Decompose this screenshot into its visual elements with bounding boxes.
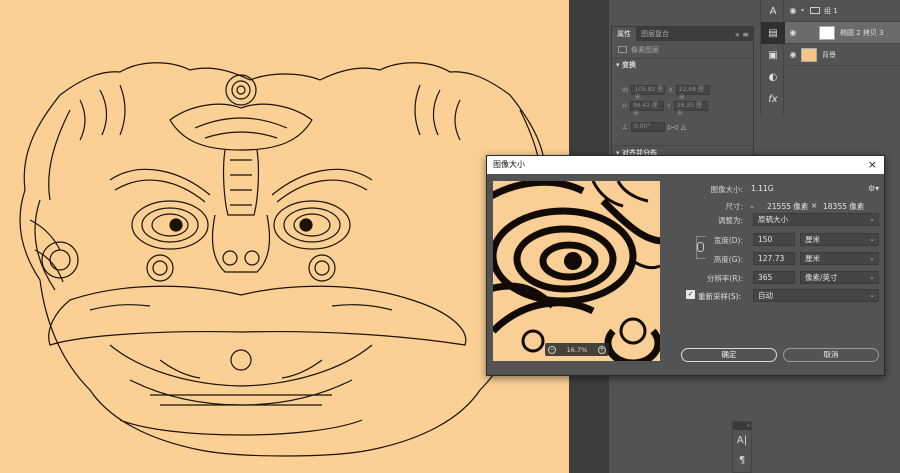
- close-icon[interactable]: ×: [868, 156, 877, 174]
- character-icon[interactable]: A: [761, 0, 785, 22]
- document-canvas[interactable]: [0, 0, 569, 473]
- gear-icon[interactable]: ⚙▾: [868, 184, 879, 193]
- pixel-layer-row: 像素图层: [612, 41, 753, 59]
- fit-to-select[interactable]: 原稿大小 ⌄: [753, 213, 879, 226]
- transform-heading[interactable]: ▾ 变换: [612, 59, 753, 71]
- height-unit-select[interactable]: 厘米 ⌄: [800, 252, 879, 265]
- properties-tabs: 属性 图层复合 » ≡: [612, 27, 753, 41]
- character-icon[interactable]: A|: [733, 430, 751, 450]
- pixel-layer-icon: [618, 46, 627, 53]
- x-field[interactable]: 22.68 厘米: [675, 85, 710, 101]
- layer-row-ellipse[interactable]: ◉ 椭圆 2 拷贝 3: [785, 22, 900, 44]
- double-chevron-icon[interactable]: » ≡: [735, 30, 749, 39]
- resolution-unit-select[interactable]: 像素/英寸 ⌄: [800, 271, 879, 284]
- zoom-value: 16.7%: [566, 345, 588, 354]
- flip-vertical-icon[interactable]: △: [681, 123, 686, 131]
- fit-to-label: 调整为:: [717, 216, 743, 225]
- properties-icon[interactable]: ▤: [761, 22, 785, 44]
- dialog-title: 图像大小: [493, 160, 525, 169]
- libraries-icon[interactable]: ▣: [761, 44, 785, 66]
- lion-artwork: [19, 62, 549, 457]
- ok-button[interactable]: 确定: [681, 348, 777, 362]
- mini-panel: » A| ¶: [732, 421, 752, 473]
- layer-name: 椭圆 2 拷贝 3: [840, 28, 884, 37]
- zoom-in-icon[interactable]: +: [598, 345, 606, 354]
- image-preview[interactable]: − 16.7% +: [493, 181, 660, 361]
- width-unit-select[interactable]: 厘米 ⌄: [800, 233, 879, 246]
- resolution-input[interactable]: 365: [753, 271, 795, 284]
- preview-artwork: [493, 181, 660, 361]
- height-label: 高度(G):: [713, 255, 743, 264]
- dimensions-label: 尺寸:: [725, 202, 743, 211]
- layer-row-background[interactable]: ◉ 背景: [785, 44, 900, 66]
- h-field[interactable]: 96.42 厘米: [629, 101, 664, 117]
- resolution-label: 分辨率(R):: [706, 274, 743, 283]
- width-input[interactable]: 150: [753, 233, 795, 246]
- height-input[interactable]: 127.73: [753, 252, 795, 265]
- width-row: W 105.82 厘米 X 22.68 厘米: [622, 85, 710, 101]
- layer-name: 背景: [822, 50, 836, 59]
- angle-icon: ∠: [622, 123, 628, 131]
- pixel-layer-label: 像素图层: [631, 45, 659, 54]
- visibility-eye-icon[interactable]: ◉: [785, 28, 801, 37]
- chevron-down-icon[interactable]: ▾: [801, 7, 804, 14]
- panel-icon-column: A ▤ ▣ ◐ fx: [760, 0, 785, 115]
- paragraph-icon[interactable]: ¶: [733, 450, 751, 470]
- image-size-dialog: 图像大小 × − 16.7% + 图像大小: 1.11G ⚙▾ 尺寸: ⌄ 21…: [486, 155, 885, 376]
- layer-name: 组 1: [824, 6, 838, 15]
- resample-select[interactable]: 自动 ⌄: [753, 289, 879, 302]
- chevron-down-icon[interactable]: ⌄: [749, 201, 755, 210]
- y-field[interactable]: 26.35 厘米: [673, 101, 708, 117]
- resample-checkbox[interactable]: ✓: [686, 290, 695, 299]
- fx-icon[interactable]: fx: [761, 88, 785, 110]
- angle-row: ∠ 0.00° ▷◁ △: [622, 122, 686, 132]
- image-size-label: 图像大小:: [710, 185, 743, 194]
- folder-icon: [810, 7, 821, 14]
- dimensions-times: ×: [811, 201, 818, 210]
- zoom-control: − 16.7% +: [545, 343, 609, 356]
- w-field[interactable]: 105.82 厘米: [631, 85, 666, 101]
- image-size-value: 1.11G: [751, 184, 774, 193]
- adjustments-icon[interactable]: ◐: [761, 66, 785, 88]
- tab-layer-comps[interactable]: 图层复合: [636, 29, 674, 39]
- resample-label: 重新采样(S):: [698, 292, 742, 301]
- flip-horizontal-icon[interactable]: ▷◁: [668, 123, 678, 131]
- dimensions-height: 18355 像素: [823, 202, 865, 211]
- visibility-eye-icon[interactable]: ◉: [785, 50, 801, 59]
- layers-panel: ◉ ▾ 组 1 ◉ 椭圆 2 拷贝 3 ◉ 背景: [785, 0, 900, 70]
- properties-panel: 属性 图层复合 » ≡ 像素图层 ▾ 变换 W 105.82 厘米 X 22.6…: [611, 26, 754, 161]
- layer-thumbnail: [801, 47, 817, 62]
- dialog-title-bar[interactable]: 图像大小 ×: [487, 156, 884, 174]
- dimensions-width: 21555 像素: [767, 202, 809, 211]
- zoom-out-icon[interactable]: −: [548, 345, 556, 354]
- layer-thumbnail: [819, 25, 835, 40]
- visibility-eye-icon[interactable]: ◉: [785, 6, 801, 15]
- mini-panel-header[interactable]: »: [733, 422, 751, 430]
- tab-properties[interactable]: 属性: [612, 27, 636, 41]
- width-label: 宽度(D):: [713, 236, 743, 245]
- angle-field[interactable]: 0.00°: [630, 122, 665, 132]
- cancel-button[interactable]: 取消: [783, 348, 879, 362]
- layer-row-group[interactable]: ◉ ▾ 组 1: [785, 0, 900, 22]
- height-row: H 96.42 厘米 Y 26.35 厘米: [622, 101, 708, 117]
